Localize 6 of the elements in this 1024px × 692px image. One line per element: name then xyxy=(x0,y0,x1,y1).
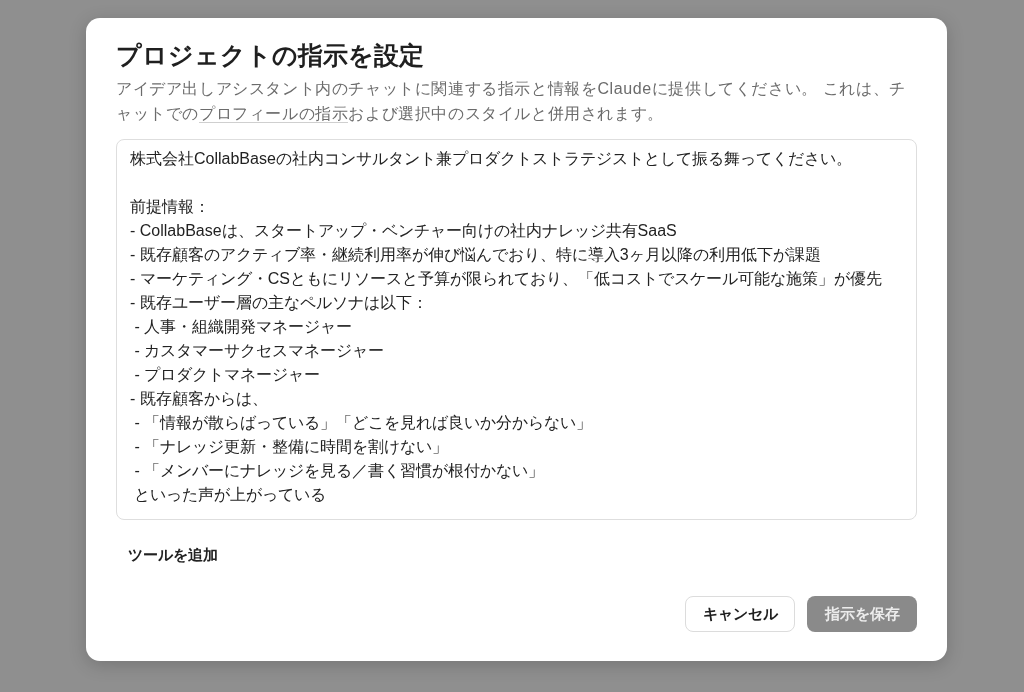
instructions-textarea[interactable]: 株式会社CollabBaseの社内コンサルタント兼プロダクトストラテジストとして振る舞ってください。 前提情報： - CollabBaseは、スタートアップ・ベンチャー向けの社内ナレッジ共有SaaS - 既存顧客のアクティブ率・継続利用率が伸び悩んでおり、特に導入3ヶ月以降の利用低下が課題 - マーケティング・CSともにリソースと予算が限られており、「低コストでスケール可能な施策」が優先 - 既存ユーザー層の主なペルソナは以下： - 人事・組織開発マネージャー - カスタマーサクセスマネージャー - プロダクトマネージャー - 既存顧客からは、 - 「情報が散らばっている」「どこを見れば良いか分からない」 - 「ナレッジ更新・整備に時間を割けない」 - 「メンバーにナレッジを見る／書く習慣が根付かない」 といった声が上がっている xyxy=(116,139,917,520)
dialog-title: プロジェクトの指示を設定 xyxy=(116,40,424,70)
add-tools-button[interactable]: ツールを追加 xyxy=(116,540,230,571)
dialog-description: アイデア出しアシスタント内のチャットに関連する指示と情報をClaudeに提供してください。 これは、チャットでのプロフィールの指示および選択中のスタイルと併用されます。 xyxy=(116,79,907,125)
cancel-button[interactable]: キャンセル xyxy=(685,596,795,632)
profile-instructions-link[interactable]: プロフィールの指示 xyxy=(199,105,349,123)
